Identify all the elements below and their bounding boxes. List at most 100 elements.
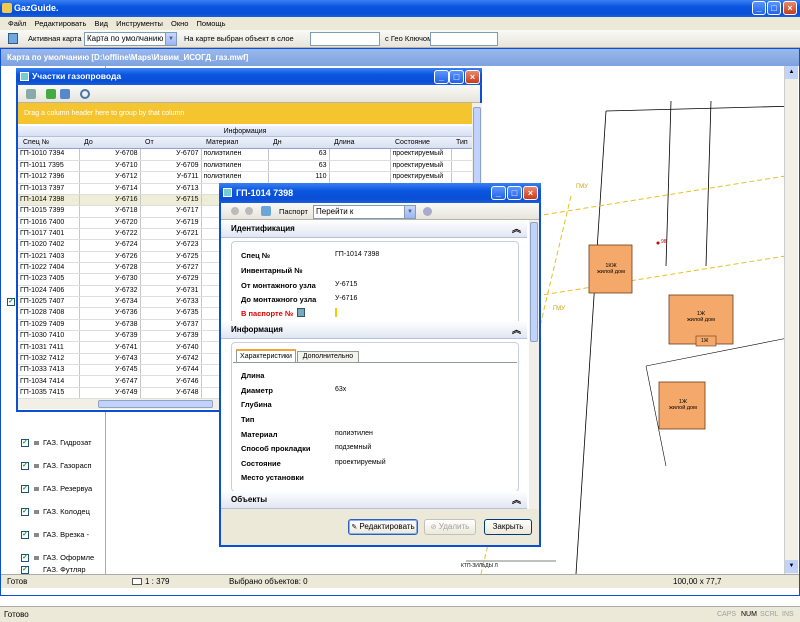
table-cell: ГП-1022 7404	[18, 262, 80, 275]
edit-button[interactable]: ✎ Редактировать	[348, 519, 418, 535]
table-cell	[451, 171, 472, 184]
house-2-label: 1Ж жилой дом	[687, 311, 715, 323]
table-cell: У-6724	[79, 239, 141, 252]
layer-checkbox[interactable]: ✓	[21, 508, 29, 516]
delete-button[interactable]: ⊘ Удалить	[424, 519, 476, 535]
tab-additional[interactable]: Дополнительно	[297, 351, 359, 362]
grid-hscroll-thumb[interactable]	[98, 400, 213, 408]
layer-checkbox[interactable]: ✓	[21, 566, 29, 574]
section-information[interactable]: Информация ︽	[221, 321, 527, 339]
menu-view[interactable]: Вид	[94, 19, 108, 28]
layer-checkbox-top[interactable]: ✓	[7, 298, 15, 306]
layer-item[interactable]: ✓ ГАЗ. Резервуа	[21, 482, 103, 496]
chevron-down-icon: ▼	[404, 206, 415, 218]
table-cell: У-6744	[140, 364, 202, 377]
table-cell: У-6718	[79, 205, 141, 218]
edit-passport-icon[interactable]	[297, 308, 305, 317]
toolbar-map-icon[interactable]	[8, 33, 18, 44]
dialog-minimize-button[interactable]: _	[491, 186, 506, 200]
dialog-title-bar[interactable]: ГП-1014 7398 _ □ ×	[219, 183, 541, 203]
table-cell: ГП-1011 7395	[18, 160, 80, 173]
layer-checkbox[interactable]: ✓	[21, 439, 29, 447]
minimize-button[interactable]: _	[752, 1, 766, 15]
dialog-vertical-scrollbar[interactable]	[529, 220, 539, 509]
section-objects[interactable]: Объекты ︽	[221, 491, 527, 509]
forward-icon[interactable]	[245, 207, 253, 215]
map-vertical-scrollbar[interactable]: ▲ ▼	[784, 66, 798, 574]
dialog-close-button[interactable]: ×	[523, 186, 538, 200]
close-dialog-button[interactable]: Закрыть	[484, 519, 532, 535]
section-identification[interactable]: Идентификация ︽	[221, 220, 527, 238]
collapse-icon: ︽	[511, 495, 521, 505]
layer-item[interactable]: ✓ ГАЗ. Колодец	[21, 505, 103, 519]
dialog-scroll-thumb[interactable]	[530, 222, 538, 342]
layer-item[interactable]: ✓ ГАЗ. Газорасп	[21, 459, 103, 473]
grid-window-title-bar[interactable]: Участки газопровода _ □ ×	[16, 68, 482, 85]
table-row[interactable]: ГП-1011 7395 У-6710 У-6709 полиэтилен 63 прое…	[18, 160, 472, 173]
layer-checkbox[interactable]: ✓	[21, 554, 29, 562]
maximize-button[interactable]: □	[767, 1, 781, 15]
layer-item[interactable]: ✓ ГАЗ. Оформле	[21, 551, 103, 565]
layer-item[interactable]: ✓ ГАЗ. Гидрозат	[21, 436, 103, 450]
column-header[interactable]: Длина	[334, 137, 355, 149]
layer-item[interactable]: ✓ ГАЗ. Врезка -	[21, 528, 103, 542]
settings-icon[interactable]	[423, 207, 432, 216]
grid-close-button[interactable]: ×	[465, 70, 480, 84]
column-header[interactable]: Материал	[206, 137, 238, 149]
grid-window-icon	[20, 72, 29, 81]
active-map-select[interactable]: Карта по умолчанию [D:\С ▼	[84, 32, 177, 46]
goto-select[interactable]: Перейти к ▼	[313, 205, 416, 219]
refresh-icon[interactable]	[26, 89, 36, 99]
grid-minimize-button[interactable]: _	[434, 70, 449, 84]
scroll-up-button[interactable]: ▲	[785, 66, 798, 79]
column-header[interactable]: От	[145, 137, 154, 149]
map-label-gmu2: ГМУ	[553, 306, 565, 312]
selected-layer-field[interactable]	[310, 32, 380, 46]
grid-scroll-thumb[interactable]	[473, 107, 481, 187]
export-icon[interactable]	[46, 89, 56, 99]
layer-item[interactable]: ✓ ГАЗ. Футляр	[21, 566, 103, 574]
scroll-down-button[interactable]: ▼	[785, 560, 798, 573]
menu-file[interactable]: Файл	[8, 19, 26, 28]
tab-characteristics[interactable]: Характеристики	[236, 349, 296, 362]
search-icon[interactable]	[80, 89, 90, 99]
group-by-panel[interactable]: Drag a column header here to group by th…	[18, 103, 472, 124]
menu-tools[interactable]: Инструменты	[116, 19, 163, 28]
layer-name: ГАЗ. Колодец	[43, 507, 90, 516]
table-cell: У-6735	[140, 307, 202, 320]
dialog-maximize-button[interactable]: □	[507, 186, 522, 200]
house-1-label: 1КЖ жилой дом	[597, 263, 625, 275]
passport-button[interactable]: Паспорт	[279, 207, 308, 216]
menu-window[interactable]: Окно	[171, 19, 188, 28]
back-icon[interactable]	[231, 207, 239, 215]
copy-icon[interactable]	[60, 89, 70, 99]
close-button[interactable]: ×	[783, 1, 797, 15]
table-cell: У-6739	[140, 330, 202, 343]
column-header[interactable]: Тип	[456, 137, 468, 149]
passport-icon[interactable]	[261, 206, 271, 216]
table-cell: ГП-1021 7403	[18, 251, 80, 263]
column-header[interactable]: Состояние	[395, 137, 430, 149]
table-cell: У-6747	[79, 375, 141, 388]
app-title-bar[interactable]: GazGuide. _ □ ×	[0, 0, 800, 17]
map-window-title: Карта по умолчанию [D:\offline\Maps\Изви…	[7, 53, 249, 62]
table-cell: ГП-1029 7409	[18, 319, 80, 332]
table-cell: У-6728	[79, 262, 141, 275]
grid-maximize-button[interactable]: □	[449, 70, 464, 84]
column-header[interactable]: До	[84, 137, 93, 149]
table-row[interactable]: ГП-1012 7396 У-6712 У-6711 полиэтилен 110 про…	[18, 171, 472, 184]
table-cell: ГП-1012 7396	[18, 171, 80, 184]
column-header[interactable]: Дн	[273, 137, 282, 149]
geo-key-field[interactable]	[430, 32, 498, 46]
layer-checkbox[interactable]: ✓	[21, 462, 29, 470]
layer-checkbox[interactable]: ✓	[21, 485, 29, 493]
map-window-title-bar[interactable]: Карта по умолчанию [D:\offline\Maps\Изви…	[1, 49, 799, 66]
table-row[interactable]: ГП-1010 7394 У-6708 У-6707 полиэтилен 63 прое…	[18, 149, 472, 161]
layer-checkbox[interactable]: ✓	[21, 531, 29, 539]
menu-help[interactable]: Помощь	[197, 19, 226, 28]
table-cell: ГП-1034 7414	[18, 375, 80, 388]
menu-edit[interactable]: Редактировать	[35, 19, 87, 28]
column-header[interactable]: Спец №	[23, 137, 49, 149]
chevron-down-icon: ▼	[165, 33, 176, 45]
table-cell: 63	[268, 160, 330, 173]
